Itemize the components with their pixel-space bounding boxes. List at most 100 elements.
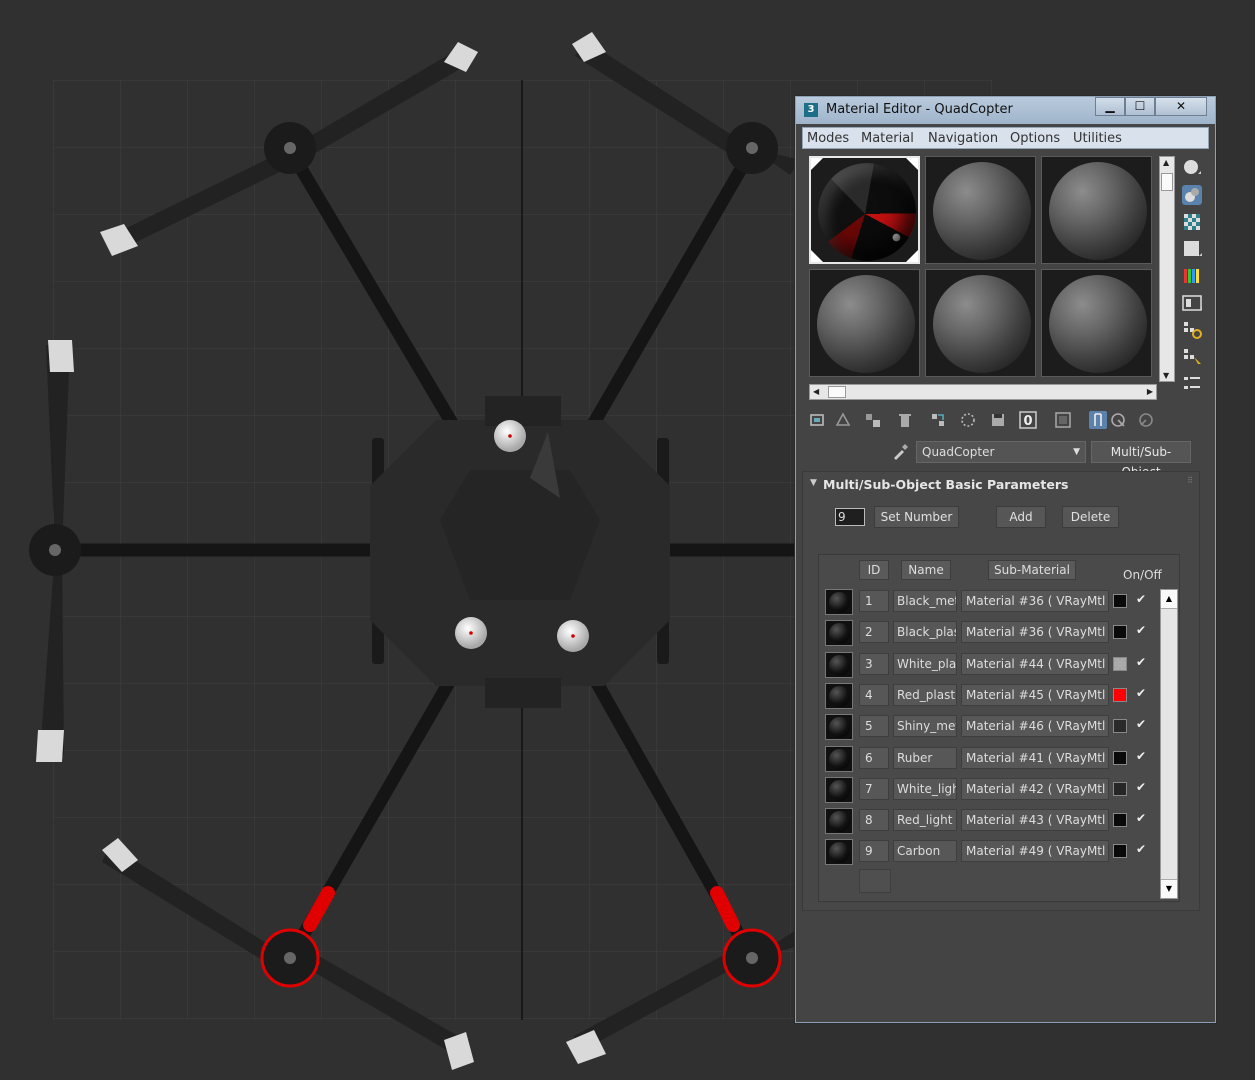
- row-on-off-checkbox[interactable]: ✔: [1134, 686, 1148, 700]
- row-submaterial-button[interactable]: Material #36 ( VRayMtl ): [961, 621, 1109, 644]
- row-submaterial-button[interactable]: Material #49 ( VRayMtl ): [961, 840, 1109, 863]
- scroll-up-arrow-icon[interactable]: ▲: [1161, 590, 1177, 609]
- row-submaterial-button[interactable]: Material #41 ( VRayMtl ): [961, 746, 1109, 769]
- go-to-parent-icon[interactable]: [1109, 411, 1127, 429]
- scroll-left-arrow-icon[interactable]: ◀: [813, 387, 819, 396]
- material-id-channel-icon[interactable]: 0: [1019, 411, 1037, 429]
- video-color-check-icon[interactable]: [1182, 266, 1202, 286]
- row-color-swatch[interactable]: [1113, 625, 1127, 640]
- submaterial-thumbnail[interactable]: [825, 682, 853, 709]
- save-icon[interactable]: [989, 411, 1007, 429]
- scroll-thumb[interactable]: [1161, 173, 1173, 191]
- row-color-swatch[interactable]: [1113, 719, 1127, 734]
- row-name-field[interactable]: Shiny_metal: [893, 715, 957, 738]
- get-material-icon[interactable]: [809, 411, 827, 429]
- background-checker-icon[interactable]: [1182, 212, 1202, 232]
- rollout-collapse-icon[interactable]: ▼: [810, 478, 817, 488]
- row-color-swatch[interactable]: [1113, 813, 1127, 828]
- row-color-swatch[interactable]: [1113, 781, 1127, 796]
- set-number-button[interactable]: Set Number: [874, 506, 959, 528]
- row-color-swatch[interactable]: [1113, 656, 1127, 671]
- scroll-up-arrow-icon[interactable]: ▲: [1163, 158, 1169, 167]
- scroll-down-arrow-icon[interactable]: ▼: [1161, 879, 1177, 898]
- row-id-field[interactable]: 2: [859, 621, 889, 644]
- row-submaterial-button[interactable]: Material #42 ( VRayMtl ): [961, 777, 1109, 800]
- sort-by-id-header[interactable]: ID: [859, 560, 889, 580]
- select-by-material-icon[interactable]: [1182, 347, 1202, 367]
- row-on-off-checkbox[interactable]: ✔: [1134, 749, 1148, 763]
- sample-slot-4[interactable]: [809, 269, 920, 377]
- row-on-off-checkbox[interactable]: ✔: [1134, 842, 1148, 856]
- menu-navigation[interactable]: Navigation: [928, 131, 998, 146]
- material-options-icon[interactable]: [1182, 320, 1202, 340]
- assign-to-selection-icon[interactable]: [864, 411, 882, 429]
- submaterial-thumbnail[interactable]: [825, 776, 853, 803]
- material-map-navigator-icon[interactable]: [1182, 374, 1202, 394]
- submaterial-thumbnail[interactable]: [825, 589, 853, 615]
- material-count-field[interactable]: 9: [835, 508, 865, 526]
- sample-slot-3[interactable]: [1041, 156, 1152, 264]
- eyedropper-icon[interactable]: [891, 443, 909, 461]
- sample-uv-tiling-icon[interactable]: [1182, 239, 1202, 259]
- row-name-field[interactable]: Red_plastic: [893, 683, 957, 706]
- show-map-in-viewport-icon[interactable]: [1054, 411, 1072, 429]
- row-name-field[interactable]: White_plastic: [893, 652, 957, 675]
- menu-utilities[interactable]: Utilities: [1073, 131, 1122, 146]
- scroll-thumb[interactable]: [828, 386, 846, 398]
- submaterial-thumbnail[interactable]: [825, 745, 853, 772]
- row-on-off-checkbox[interactable]: ✔: [1134, 592, 1148, 606]
- submaterial-thumbnail[interactable]: [825, 651, 853, 678]
- scroll-down-arrow-icon[interactable]: ▼: [1163, 371, 1169, 380]
- row-on-off-checkbox[interactable]: ✔: [1134, 811, 1148, 825]
- row-id-field[interactable]: 5: [859, 715, 889, 738]
- row-color-swatch[interactable]: [1113, 687, 1127, 702]
- row-submaterial-button[interactable]: Material #45 ( VRayMtl ): [961, 683, 1109, 706]
- sample-slot-5[interactable]: [925, 269, 1036, 377]
- slots-horizontal-scrollbar[interactable]: ◀ ▶: [809, 384, 1157, 400]
- row-submaterial-button[interactable]: Material #36 ( VRayMtl ): [961, 590, 1109, 612]
- row-id-field[interactable]: 9: [859, 840, 889, 863]
- row-name-field[interactable]: Ruber: [893, 746, 957, 769]
- submaterial-thumbnail[interactable]: [825, 808, 853, 835]
- delete-button[interactable]: Delete: [1062, 506, 1119, 528]
- row-name-field[interactable]: Red_light: [893, 809, 957, 832]
- row-id-field[interactable]: 3: [859, 652, 889, 675]
- material-type-button[interactable]: Multi/Sub-Object: [1091, 441, 1191, 479]
- put-to-library-icon[interactable]: [959, 411, 977, 429]
- row-name-field[interactable]: White_light: [893, 777, 957, 800]
- close-button[interactable]: ✕: [1155, 97, 1207, 116]
- submaterial-thumbnail[interactable]: [825, 714, 853, 741]
- maximize-button[interactable]: ☐: [1125, 97, 1155, 116]
- sample-slot-1[interactable]: [809, 156, 920, 264]
- row-id-field[interactable]: 6: [859, 746, 889, 769]
- row-on-off-checkbox[interactable]: ✔: [1134, 655, 1148, 669]
- put-to-scene-icon[interactable]: [834, 411, 852, 429]
- row-submaterial-button[interactable]: Material #46 ( VRayMtl ): [961, 715, 1109, 738]
- row-on-off-checkbox[interactable]: ✔: [1134, 623, 1148, 637]
- sort-by-submaterial-header[interactable]: Sub-Material: [988, 560, 1076, 580]
- list-scrollbar[interactable]: ▲ ▼: [1160, 589, 1178, 899]
- sample-type-sphere-icon[interactable]: [1182, 158, 1202, 178]
- show-end-result-icon[interactable]: [1089, 411, 1107, 429]
- sample-slot-6[interactable]: [1041, 269, 1152, 377]
- minimize-button[interactable]: ▁: [1095, 97, 1125, 116]
- row-submaterial-button[interactable]: Material #44 ( VRayMtl ): [961, 652, 1109, 675]
- go-forward-to-sibling-icon[interactable]: [1137, 411, 1155, 429]
- delete-icon[interactable]: [896, 411, 914, 429]
- backlight-icon[interactable]: [1182, 185, 1202, 205]
- row-on-off-checkbox[interactable]: ✔: [1134, 780, 1148, 794]
- make-unique-icon[interactable]: [929, 411, 947, 429]
- title-bar[interactable]: 3 Material Editor - QuadCopter ▁ ☐ ✕: [796, 97, 1215, 124]
- row-id-field[interactable]: 8: [859, 809, 889, 832]
- scroll-right-arrow-icon[interactable]: ▶: [1147, 387, 1153, 396]
- slots-vertical-scrollbar[interactable]: ▲ ▼: [1159, 156, 1175, 382]
- row-id-field[interactable]: 7: [859, 777, 889, 800]
- menu-options[interactable]: Options: [1010, 131, 1060, 146]
- row-name-field[interactable]: Carbon: [893, 840, 957, 863]
- material-name-dropdown[interactable]: QuadCopter ▼: [916, 441, 1086, 463]
- row-color-swatch[interactable]: [1113, 594, 1127, 608]
- row-name-field[interactable]: Black_metal: [893, 590, 957, 612]
- row-id-field[interactable]: 1: [859, 590, 889, 612]
- sort-by-name-header[interactable]: Name: [901, 560, 951, 580]
- row-submaterial-button[interactable]: Material #43 ( VRayMtl ): [961, 809, 1109, 832]
